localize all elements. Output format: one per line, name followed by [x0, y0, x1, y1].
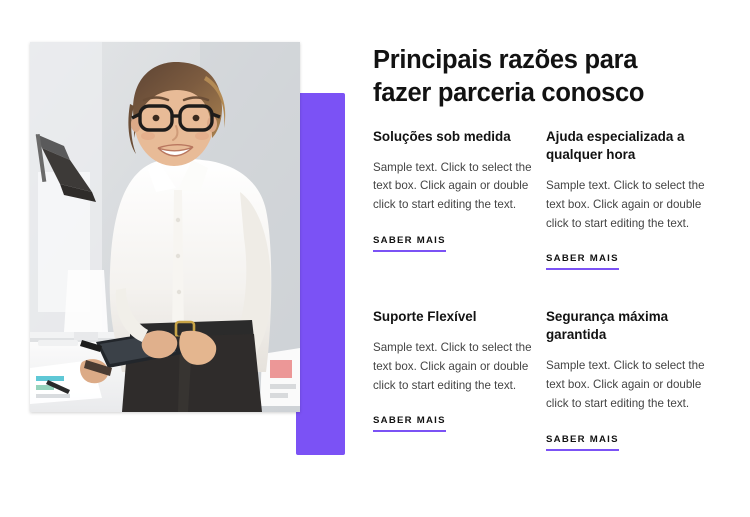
- saber-mais-link[interactable]: SABER MAIS: [546, 253, 619, 271]
- landing-page-section: Principais razões para fazer parceria co…: [0, 0, 750, 517]
- saber-mais-link[interactable]: SABER MAIS: [373, 235, 446, 253]
- feature-card: Ajuda especializada a qualquer hora Samp…: [546, 128, 719, 271]
- feature-card-body: Sample text. Click to select the text bo…: [373, 341, 532, 392]
- feature-card: Suporte Flexível Sample text. Click to s…: [373, 308, 533, 450]
- feature-card-title: Ajuda especializada a qualquer hora: [546, 129, 685, 162]
- accent-rectangle: [296, 93, 345, 455]
- feature-card-title: Segurança máxima garantida: [546, 309, 669, 343]
- feature-card: Segurança máxima garantida Sample text. …: [546, 308, 719, 451]
- feature-card-body: Sample text. Click to select the text bo…: [546, 359, 705, 410]
- saber-mais-link[interactable]: SABER MAIS: [546, 434, 619, 451]
- content-column: Principais razões para fazer parceria co…: [373, 0, 750, 517]
- feature-card: Soluções sob medida Sample text. Click t…: [373, 128, 533, 270]
- feature-card-grid: Soluções sob medida Sample text. Click t…: [373, 128, 750, 451]
- feature-card-body: Sample text. Click to select the text bo…: [373, 160, 532, 212]
- feature-card-body: Sample text. Click to select the text bo…: [546, 179, 705, 230]
- feature-card-title: Soluções sob medida: [373, 129, 511, 144]
- page-title: Principais razões para fazer parceria co…: [373, 46, 645, 108]
- hero-photo: [30, 42, 300, 412]
- feature-card-title: Suporte Flexível: [373, 309, 477, 325]
- office-portrait-illustration: [30, 42, 300, 412]
- saber-mais-link[interactable]: SABER MAIS: [373, 415, 446, 433]
- hero-visual: [0, 0, 360, 517]
